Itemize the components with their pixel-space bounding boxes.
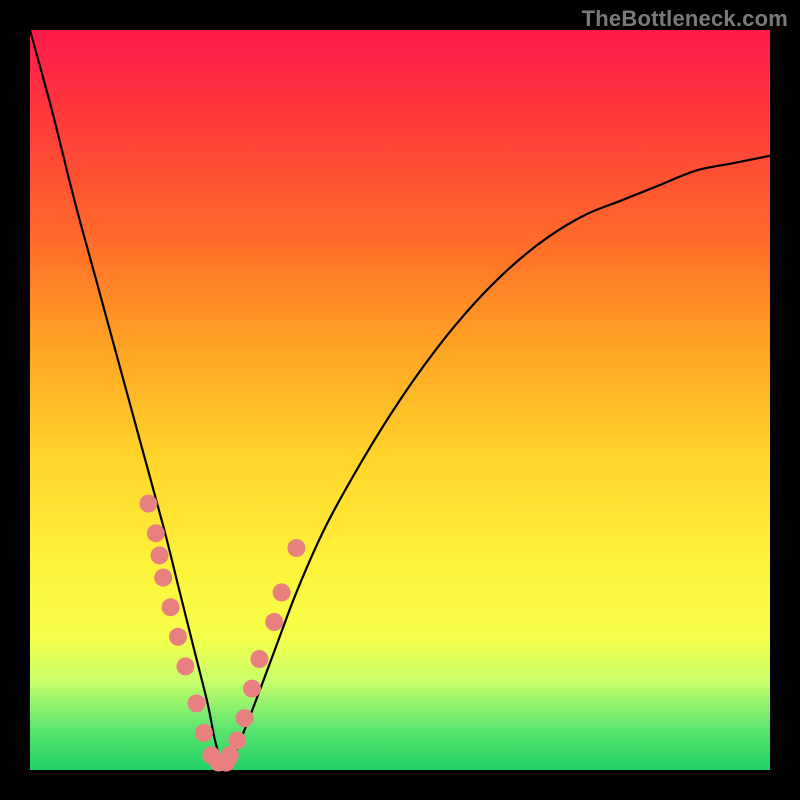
marker-dot: [169, 628, 187, 646]
marker-dot: [176, 657, 194, 675]
watermark-text: TheBottleneck.com: [582, 6, 788, 32]
marker-dot: [243, 680, 261, 698]
marker-dot: [228, 731, 246, 749]
marker-dot: [195, 724, 213, 742]
marker-dot: [273, 583, 291, 601]
marker-dot: [147, 524, 165, 542]
marker-dot: [188, 694, 206, 712]
chart-frame: TheBottleneck.com: [0, 0, 800, 800]
marker-dot: [151, 546, 169, 564]
marker-dot: [139, 495, 157, 513]
marker-dot: [236, 709, 254, 727]
plot-area: [30, 30, 770, 770]
marker-dot: [265, 613, 283, 631]
marker-dot: [250, 650, 268, 668]
bottleneck-curve: [30, 30, 770, 770]
marker-dot: [154, 569, 172, 587]
marker-dot: [162, 598, 180, 616]
curve-path: [30, 30, 770, 765]
marker-dot: [287, 539, 305, 557]
